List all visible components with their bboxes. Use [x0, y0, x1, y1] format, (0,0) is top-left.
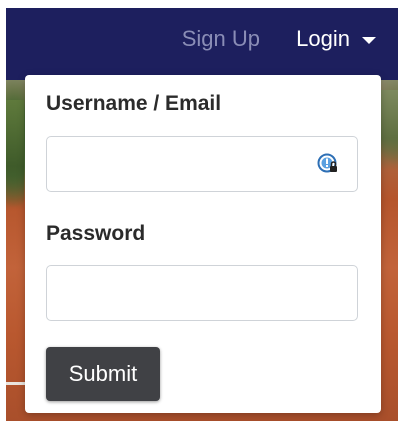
password-input[interactable]	[46, 265, 358, 321]
username-input[interactable]	[46, 136, 358, 192]
bush-right	[380, 90, 398, 170]
caret-down-icon	[362, 36, 376, 44]
bush-left	[6, 100, 24, 210]
login-dropdown-menu: Username / Email Password Submit	[25, 75, 381, 413]
submit-button[interactable]: Submit	[46, 347, 160, 401]
navbar: Sign Up Login	[6, 8, 398, 80]
page: Sign Up Login Username / Email Password …	[0, 0, 398, 421]
password-manager-icon[interactable]	[317, 153, 339, 175]
username-label: Username / Email	[46, 92, 222, 115]
login-label: Login	[296, 26, 350, 51]
signup-link[interactable]: Sign Up	[182, 26, 260, 52]
login-dropdown-toggle[interactable]: Login	[296, 26, 376, 52]
password-label: Password	[46, 222, 146, 245]
photo-streak	[6, 382, 26, 385]
